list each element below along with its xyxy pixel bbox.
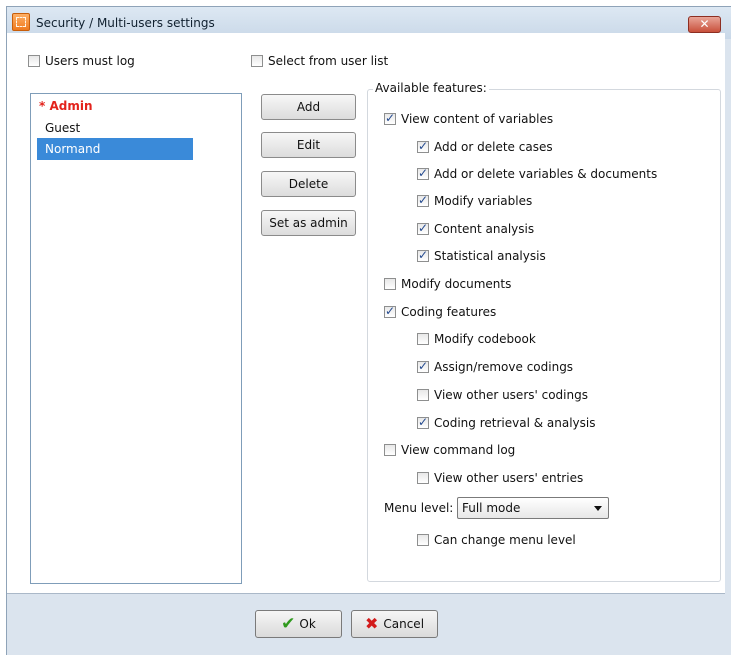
checkbox-box (417, 389, 429, 401)
chevron-down-icon (594, 506, 602, 511)
checkbox-box (417, 333, 429, 345)
feature-checkbox[interactable]: View other users' codings (417, 388, 588, 402)
checkbox-label: Modify variables (434, 194, 533, 208)
feature-checkbox[interactable]: Add or delete cases (417, 139, 553, 154)
feature-checkbox[interactable]: Modify variables (417, 193, 533, 208)
checkbox-box (417, 534, 429, 546)
checkbox-label: Modify codebook (434, 332, 536, 346)
window-title: Security / Multi-users settings (36, 16, 215, 30)
checkbox-box (417, 139, 429, 153)
x-icon: ✖ (364, 614, 379, 633)
feature-checkbox[interactable]: Coding retrieval & analysis (417, 415, 596, 430)
feature-checkbox[interactable]: Content analysis (417, 221, 535, 236)
checkbox-box (417, 221, 429, 235)
ok-button[interactable]: ✔ Ok (255, 610, 342, 638)
checkbox-label: View other users' codings (434, 388, 588, 402)
checkbox-box (251, 55, 263, 67)
set-as-admin-button[interactable]: Set as admin (261, 210, 356, 236)
ok-label: Ok (299, 617, 316, 631)
checkbox-box (384, 278, 396, 290)
checkbox-box (417, 415, 429, 429)
checkbox-box (384, 304, 396, 318)
user-list[interactable]: * Admin Guest Normand (30, 93, 242, 584)
checkbox-label: Add or delete cases (434, 140, 553, 154)
menu-level-select[interactable]: Full mode (457, 497, 609, 519)
features-label: Available features: (373, 81, 489, 95)
checkbox-label: Modify documents (401, 277, 512, 291)
can-change-menu-level-checkbox[interactable]: Can change menu level (417, 533, 576, 547)
close-button[interactable]: ✕ (688, 16, 721, 33)
user-item-admin[interactable]: * Admin (37, 95, 193, 117)
checkbox-box (417, 248, 429, 262)
feature-checkbox[interactable]: View content of variables (384, 111, 554, 126)
dialog-content: Users must log Select from user list * A… (7, 33, 725, 593)
footer-divider (7, 593, 725, 594)
add-button[interactable]: Add (261, 94, 356, 120)
checkbox-box (384, 111, 396, 125)
feature-checkbox[interactable]: Assign/remove codings (417, 359, 574, 374)
menu-level-value: Full mode (462, 501, 521, 515)
users-must-log-checkbox[interactable]: Users must log (28, 54, 135, 68)
user-item-guest[interactable]: Guest (37, 117, 193, 139)
checkbox-label: Assign/remove codings (434, 360, 574, 374)
checkbox-box (417, 472, 429, 484)
feature-checkbox[interactable]: Add or delete variables & documents (417, 166, 658, 181)
user-item-normand[interactable]: Normand (37, 138, 193, 160)
checkbox-label: Content analysis (434, 222, 535, 236)
checkbox-label: Statistical analysis (434, 249, 546, 263)
checkbox-label: Coding features (401, 305, 497, 319)
menu-level-label: Menu level: (384, 501, 454, 515)
edit-button[interactable]: Edit (261, 132, 356, 158)
checkmark-icon: ✔ (281, 613, 296, 634)
feature-checkbox[interactable]: Statistical analysis (417, 248, 546, 263)
select-from-user-list-checkbox[interactable]: Select from user list (251, 54, 388, 68)
feature-checkbox[interactable]: View command log (384, 443, 515, 457)
checkbox-box (28, 55, 40, 67)
checkbox-box (417, 359, 429, 373)
checkbox-label: View other users' entries (434, 471, 584, 485)
checkbox-label: Users must log (45, 54, 135, 68)
feature-checkbox[interactable]: Coding features (384, 304, 497, 319)
app-icon (12, 13, 30, 31)
cancel-label: Cancel (383, 617, 425, 631)
cancel-button[interactable]: ✖ Cancel (351, 610, 438, 638)
checkbox-box (417, 166, 429, 180)
checkbox-label: Can change menu level (434, 533, 576, 547)
checkbox-box (417, 193, 429, 207)
feature-checkbox[interactable]: Modify documents (384, 277, 511, 291)
feature-checkbox[interactable]: Modify codebook (417, 332, 536, 346)
feature-checkbox[interactable]: View other users' entries (417, 471, 583, 485)
checkbox-label: Select from user list (268, 54, 389, 68)
checkbox-label: View command log (401, 443, 516, 457)
checkbox-label: Add or delete variables & documents (434, 167, 658, 181)
delete-button[interactable]: Delete (261, 171, 356, 197)
checkbox-label: Coding retrieval & analysis (434, 416, 596, 430)
checkbox-label: View content of variables (401, 112, 554, 126)
checkbox-box (384, 444, 396, 456)
